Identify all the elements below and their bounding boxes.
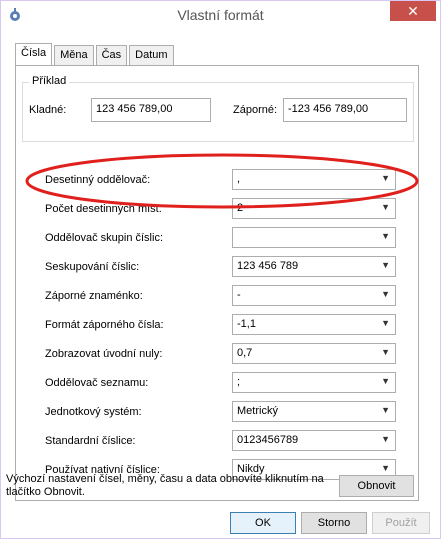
decimal-separator-label: Desetinný oddělovač: xyxy=(45,174,151,186)
negative-sample: -123 456 789,00 xyxy=(283,98,407,122)
negative-sign-combo[interactable]: - ▼ xyxy=(232,285,396,306)
chevron-down-icon: ▼ xyxy=(381,173,390,183)
digit-group-separator-combo[interactable]: ▼ xyxy=(232,227,396,248)
tab-date[interactable]: Datum xyxy=(129,45,174,65)
decimal-digits-value: 2 xyxy=(237,202,244,214)
measurement-system-combo[interactable]: Metrický ▼ xyxy=(232,401,396,422)
tab-numbers[interactable]: Čísla xyxy=(15,43,53,65)
tab-currency[interactable]: Měna xyxy=(54,45,94,65)
tab-strip: Čísla Měna Čas Datum xyxy=(15,43,176,66)
decimal-digits-combo[interactable]: 2 ▼ xyxy=(232,198,396,219)
tab-time[interactable]: Čas xyxy=(95,45,128,65)
digit-group-separator-label: Oddělovač skupin číslic: xyxy=(45,232,163,244)
leading-zeros-label: Zobrazovat úvodní nuly: xyxy=(45,348,163,360)
digit-grouping-value: 123 456 789 xyxy=(237,260,299,272)
negative-sign-value: - xyxy=(237,289,241,301)
close-button[interactable]: ✕ xyxy=(390,1,436,21)
chevron-down-icon: ▼ xyxy=(381,202,390,212)
list-separator-label: Oddělovač seznamu: xyxy=(45,377,149,389)
sample-group: Příklad Kladné: 123 456 789,00 Záporné: … xyxy=(22,75,414,142)
list-separator-value: ; xyxy=(237,376,241,388)
negative-label: Záporné: xyxy=(233,104,278,116)
positive-sample: 123 456 789,00 xyxy=(91,98,211,122)
chevron-down-icon: ▼ xyxy=(381,405,390,415)
negative-number-format-label: Formát záporného čísla: xyxy=(45,319,164,331)
numbers-panel: Příklad Kladné: 123 456 789,00 Záporné: … xyxy=(15,65,419,501)
chevron-down-icon: ▼ xyxy=(381,260,390,270)
list-separator-combo[interactable]: ; ▼ xyxy=(232,372,396,393)
chevron-down-icon: ▼ xyxy=(381,347,390,357)
apply-button[interactable]: Použít xyxy=(372,512,430,534)
negative-sign-label: Záporné znaménko: xyxy=(45,290,143,302)
measurement-system-label: Jednotkový systém: xyxy=(45,406,142,418)
standard-digits-label: Standardní číslice: xyxy=(45,435,136,447)
leading-zeros-value: 0,7 xyxy=(237,347,253,359)
chevron-down-icon: ▼ xyxy=(381,463,390,473)
decimal-separator-value: , xyxy=(237,173,241,185)
cancel-button[interactable]: Storno xyxy=(301,512,367,534)
chevron-down-icon: ▼ xyxy=(381,318,390,328)
leading-zeros-combo[interactable]: 0,7 ▼ xyxy=(232,343,396,364)
custom-format-dialog: Vlastní formát ✕ Čísla Měna Čas Datum Př… xyxy=(0,0,441,539)
digit-grouping-combo[interactable]: 123 456 789 ▼ xyxy=(232,256,396,277)
standard-digits-value: 0123456789 xyxy=(237,434,299,446)
chevron-down-icon: ▼ xyxy=(381,289,390,299)
decimal-digits-label: Počet desetinných míst: xyxy=(45,203,162,215)
negative-number-format-combo[interactable]: -1,1 ▼ xyxy=(232,314,396,335)
reset-button[interactable]: Obnovit xyxy=(339,475,414,497)
chevron-down-icon: ▼ xyxy=(381,231,390,241)
standard-digits-combo[interactable]: 0123456789 ▼ xyxy=(232,430,396,451)
chevron-down-icon: ▼ xyxy=(381,434,390,444)
ok-button[interactable]: OK xyxy=(230,512,296,534)
decimal-separator-combo[interactable]: , ▼ xyxy=(232,169,396,190)
reset-instructions: Výchozí nastavení čísel, měny, času a da… xyxy=(6,473,324,498)
negative-number-format-value: -1,1 xyxy=(237,318,256,330)
sample-group-label: Příklad xyxy=(29,75,70,87)
title-bar: Vlastní formát ✕ xyxy=(1,1,440,31)
positive-label: Kladné: xyxy=(29,104,67,116)
digit-grouping-label: Seskupování číslic: xyxy=(45,261,140,273)
chevron-down-icon: ▼ xyxy=(381,376,390,386)
window-title: Vlastní formát xyxy=(177,7,264,23)
measurement-system-value: Metrický xyxy=(237,405,278,417)
